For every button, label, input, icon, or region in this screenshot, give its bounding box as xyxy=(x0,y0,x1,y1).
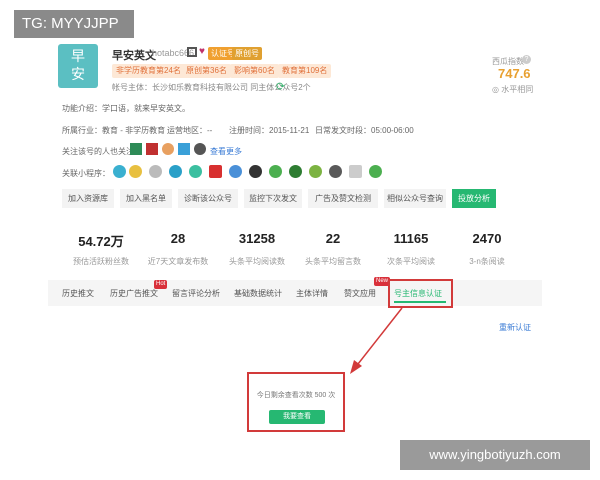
monitor-button[interactable]: 监控下次发文 xyxy=(244,189,302,208)
related-account-icon[interactable] xyxy=(130,143,142,155)
industry-line: 所属行业：教育 - 非学历教育 xyxy=(62,126,166,135)
mini-program-icon[interactable] xyxy=(113,165,126,178)
related-account-icon[interactable] xyxy=(178,143,190,155)
mini-program-icon[interactable] xyxy=(209,165,222,178)
account-logo: 早 安 xyxy=(58,44,98,88)
index-trend-text: 水平相同 xyxy=(501,85,534,94)
info-icon[interactable]: ? xyxy=(522,55,531,64)
reauth-link[interactable]: 重新认证 xyxy=(499,322,531,333)
stat-label: 近7天文章发布数 xyxy=(147,257,209,266)
tab-history-posts[interactable]: 历史推文 xyxy=(62,288,94,299)
mini-program-icon[interactable] xyxy=(289,165,302,178)
ad-check-button[interactable]: 广告及赞文检测 xyxy=(308,189,378,208)
rank-badge: 影响第60名 xyxy=(230,64,279,78)
view-button[interactable]: 我要查看 xyxy=(269,410,325,424)
stat-label: 头条平均留言数 xyxy=(305,257,361,266)
add-blacklist-button[interactable]: 加入黑名单 xyxy=(120,189,172,208)
related-account-icon[interactable] xyxy=(146,143,158,155)
stat-label: 头条平均阅读数 xyxy=(229,257,285,266)
qr-code-icon[interactable] xyxy=(187,47,197,57)
original-badge: 原创号 xyxy=(232,47,262,60)
rank-badge: 教育第109名 xyxy=(278,64,332,78)
watermark: www.yingbotiyuzh.com xyxy=(400,440,590,470)
stat-label: 3-n条阅读 xyxy=(469,257,505,266)
mini-program-icon[interactable] xyxy=(249,165,262,178)
tab-subject-details[interactable]: 主体详情 xyxy=(296,288,328,299)
mini-programs-label: 关联小程序： xyxy=(62,169,110,178)
stat-value: 54.72万 xyxy=(78,234,124,249)
heart-icon[interactable]: ♥ xyxy=(199,46,205,57)
mini-program-icon[interactable] xyxy=(129,165,142,178)
region-line: 运营地区：-- xyxy=(167,126,213,135)
mini-program-icon[interactable] xyxy=(229,165,242,178)
tab-comment-analysis[interactable]: 留言评论分析 xyxy=(172,288,220,299)
stat-value: 28 xyxy=(170,231,186,246)
rank-badge: 原创第36名 xyxy=(182,64,231,78)
diagnose-button[interactable]: 诊断该公众号 xyxy=(178,189,238,208)
publish-time-line: 日常发文时段：05:00-06:00 xyxy=(315,126,414,135)
intro-line: 功能介绍：学口语，就来早安英文。 xyxy=(62,104,190,113)
stat-value: 31258 xyxy=(238,231,276,246)
trend-icon: ◎ xyxy=(492,85,502,94)
logo-char-bottom: 安 xyxy=(71,67,85,83)
tab-owner-verification[interactable]: 号主信息认证 xyxy=(394,288,442,299)
quota-text: 今日剩余查看次数 500 次 xyxy=(256,392,336,399)
stat-label: 次条平均阅读 xyxy=(387,257,435,266)
mini-program-icon[interactable] xyxy=(189,165,202,178)
mini-program-icon[interactable] xyxy=(369,165,382,178)
view-more-link[interactable]: 查看更多 xyxy=(210,146,242,157)
index-trend: ◎ 水平相同 xyxy=(492,84,533,95)
stat-value: 2470 xyxy=(472,231,502,246)
ad-analysis-button[interactable]: 投放分析 xyxy=(452,189,496,208)
mini-program-icon[interactable] xyxy=(309,165,322,178)
similar-accounts-button[interactable]: 相似公众号查询 xyxy=(384,189,446,208)
tg-label: TG: MYYJJPP xyxy=(14,10,134,38)
stat-label: 预估活跃粉丝数 xyxy=(73,257,129,266)
mini-program-icon[interactable] xyxy=(149,165,162,178)
refresh-icon[interactable]: ⟳ xyxy=(276,80,285,93)
mini-program-icon[interactable] xyxy=(349,165,362,178)
logo-char-top: 早 xyxy=(71,49,85,65)
add-resource-button[interactable]: 加入资源库 xyxy=(62,189,114,208)
arrow-icon xyxy=(350,307,403,374)
stat-value: 11165 xyxy=(393,231,429,246)
register-line: 注册时间：2015-11-21 xyxy=(229,126,310,135)
hot-badge: Hot xyxy=(154,280,168,289)
tab-history-ads[interactable]: 历史广告推文 xyxy=(110,288,158,299)
quota-panel: 今日剩余查看次数 500 次 我要查看 xyxy=(247,372,345,432)
stat-value: 22 xyxy=(325,231,341,246)
account-name: 早安英文 xyxy=(112,50,156,62)
index-value: 747.6 xyxy=(498,66,531,81)
rank-badge: 非学历教育第24名 xyxy=(112,64,185,78)
related-account-icon[interactable] xyxy=(162,143,174,155)
tab-basic-stats[interactable]: 基础数据统计 xyxy=(234,288,282,299)
mini-program-icon[interactable] xyxy=(169,165,182,178)
mini-program-icon[interactable] xyxy=(269,165,282,178)
related-account-icon[interactable] xyxy=(194,143,206,155)
mini-program-icon[interactable] xyxy=(329,165,342,178)
tab-article-apps[interactable]: 赞文应用 xyxy=(344,288,376,299)
